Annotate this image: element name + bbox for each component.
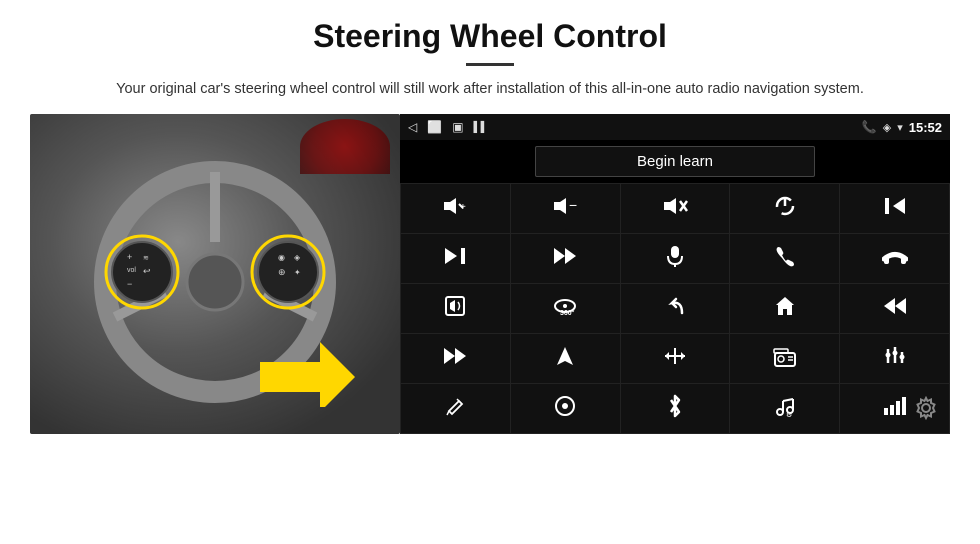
ctrl-circle-dot[interactable] bbox=[511, 384, 620, 433]
car-image-inner: + vol − ≋ ↩ ◉ ◈ ⊕ ✦ bbox=[30, 114, 400, 434]
svg-text:⚙: ⚙ bbox=[786, 411, 792, 417]
ctrl-navigate[interactable] bbox=[511, 334, 620, 383]
status-right: 📞 ◈ ▾ 15:52 bbox=[862, 120, 942, 135]
bluetooth-icon bbox=[667, 394, 683, 423]
svg-text:◉: ◉ bbox=[278, 253, 285, 262]
phone-status-icon: 📞 bbox=[862, 120, 877, 134]
skip-forward-icon bbox=[442, 346, 468, 371]
recent-nav-icon[interactable]: ▣ bbox=[452, 120, 463, 134]
title-divider bbox=[466, 63, 514, 66]
speaker-icon bbox=[444, 295, 466, 322]
navigate-icon bbox=[555, 345, 575, 372]
controls-grid: + − bbox=[400, 183, 950, 434]
status-bar: ◁ ⬜ ▣ ▌▌ 📞 ◈ ▾ 15:52 bbox=[400, 114, 950, 140]
equalizer-icon bbox=[884, 345, 906, 372]
phone-call-icon bbox=[774, 245, 796, 272]
svg-text:↩: ↩ bbox=[143, 266, 151, 276]
svg-text:⊕: ⊕ bbox=[278, 267, 286, 277]
ctrl-volume-down[interactable]: − bbox=[511, 184, 620, 233]
svg-text:360°: 360° bbox=[560, 309, 575, 317]
next-skip-icon bbox=[443, 246, 467, 271]
svg-text:✦: ✦ bbox=[294, 268, 301, 277]
ctrl-volume-up[interactable]: + bbox=[401, 184, 510, 233]
volume-up-icon: + bbox=[442, 196, 468, 221]
back-icon bbox=[664, 295, 686, 322]
fast-forward-icon bbox=[552, 246, 578, 271]
svg-text:vol: vol bbox=[127, 267, 136, 274]
music-icon: ⚙ bbox=[774, 395, 796, 422]
begin-learn-button[interactable]: Begin learn bbox=[535, 146, 815, 177]
svg-text:−: − bbox=[569, 197, 577, 213]
location-status-icon: ◈ bbox=[883, 121, 891, 134]
ctrl-rewind[interactable] bbox=[840, 284, 949, 333]
ctrl-skip-forward[interactable] bbox=[401, 334, 510, 383]
svg-text:−: − bbox=[127, 279, 132, 289]
ctrl-mute[interactable] bbox=[621, 184, 730, 233]
car-image: + vol − ≋ ↩ ◉ ◈ ⊕ ✦ bbox=[30, 114, 400, 434]
signal-icon: ▌▌ bbox=[474, 122, 488, 133]
svg-text:+: + bbox=[460, 202, 466, 213]
begin-learn-row: Begin learn bbox=[400, 140, 950, 183]
ctrl-prev-track[interactable] bbox=[840, 184, 949, 233]
swap-icon bbox=[663, 346, 687, 371]
volume-down-icon: − bbox=[552, 196, 578, 221]
power-icon bbox=[774, 195, 796, 222]
360-icon: 360° bbox=[552, 295, 578, 322]
microphone-icon bbox=[666, 244, 684, 273]
back-nav-icon[interactable]: ◁ bbox=[408, 120, 417, 134]
ctrl-edit[interactable] bbox=[401, 384, 510, 433]
ctrl-swap[interactable] bbox=[621, 334, 730, 383]
subtitle: Your original car's steering wheel contr… bbox=[116, 78, 864, 100]
ctrl-360[interactable]: 360° bbox=[511, 284, 620, 333]
ctrl-microphone[interactable] bbox=[621, 234, 730, 283]
ctrl-hang-up[interactable] bbox=[840, 234, 949, 283]
radio-icon bbox=[773, 345, 797, 372]
home-icon bbox=[774, 295, 796, 322]
content-row: + vol − ≋ ↩ ◉ ◈ ⊕ ✦ bbox=[30, 114, 950, 534]
signal-bars-icon bbox=[883, 396, 907, 421]
status-left: ◁ ⬜ ▣ ▌▌ bbox=[408, 120, 488, 134]
page: Steering Wheel Control Your original car… bbox=[0, 0, 980, 544]
wifi-status-icon: ▾ bbox=[897, 121, 903, 134]
svg-text:+: + bbox=[127, 252, 132, 262]
ctrl-music[interactable]: ⚙ bbox=[730, 384, 839, 433]
ctrl-fast-forward[interactable] bbox=[511, 234, 620, 283]
ctrl-home[interactable] bbox=[730, 284, 839, 333]
svg-text:≋: ≋ bbox=[143, 255, 149, 262]
android-panel: ◁ ⬜ ▣ ▌▌ 📞 ◈ ▾ 15:52 Begin learn bbox=[400, 114, 950, 434]
mute-icon bbox=[662, 196, 688, 221]
page-title: Steering Wheel Control bbox=[313, 18, 667, 55]
ctrl-back[interactable] bbox=[621, 284, 730, 333]
ctrl-power[interactable] bbox=[730, 184, 839, 233]
settings-gear-button[interactable] bbox=[914, 396, 938, 426]
ctrl-equalizer[interactable] bbox=[840, 334, 949, 383]
ctrl-next-skip[interactable] bbox=[401, 234, 510, 283]
ctrl-speaker[interactable] bbox=[401, 284, 510, 333]
circle-dot-icon bbox=[554, 395, 576, 422]
prev-track-icon bbox=[883, 196, 907, 221]
home-nav-icon[interactable]: ⬜ bbox=[427, 120, 442, 134]
dashboard-gauges bbox=[300, 119, 390, 174]
edit-icon bbox=[445, 395, 465, 422]
ctrl-bluetooth[interactable] bbox=[621, 384, 730, 433]
ctrl-radio[interactable] bbox=[730, 334, 839, 383]
ctrl-phone-call[interactable] bbox=[730, 234, 839, 283]
rewind-icon bbox=[882, 296, 908, 321]
clock: 15:52 bbox=[909, 120, 942, 135]
steering-wheel-svg: + vol − ≋ ↩ ◉ ◈ ⊕ ✦ bbox=[60, 142, 370, 407]
hang-up-icon bbox=[882, 247, 908, 270]
svg-text:◈: ◈ bbox=[294, 253, 301, 262]
